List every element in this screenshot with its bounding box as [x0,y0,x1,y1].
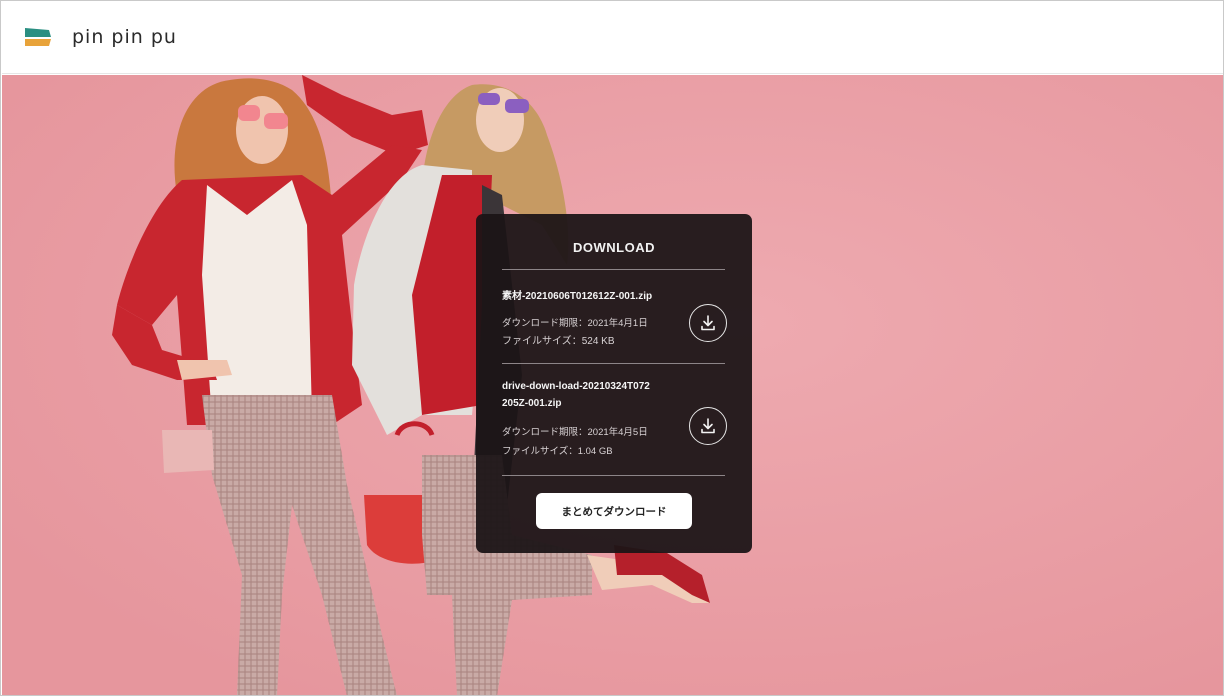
expiry-label: ダウンロード期限： [502,318,588,329]
divider [502,269,725,270]
brand-name[interactable]: pin pin pu [72,26,177,48]
file-name: 素材-20210606T012612Z-001.zip [502,291,653,302]
expiry-value: 2021年4月5日 [587,427,648,438]
brand-logo-icon[interactable] [23,26,53,48]
download-icon [701,315,715,331]
expiry-value: 2021年4月1日 [587,318,648,329]
size-value: 524 KB [581,336,615,347]
size-label: ファイルサイズ： [502,336,582,347]
download-file-button[interactable] [689,407,727,445]
file-size: ファイルサイズ：524 KB [502,333,615,350]
divider [502,363,725,364]
file-expiry: ダウンロード期限：2021年4月1日 [502,315,648,332]
download-all-button[interactable]: まとめてダウンロード [536,493,692,529]
download-file-button[interactable] [689,304,727,342]
panel-title: DOWNLOAD [573,240,655,255]
download-icon [701,418,715,434]
hero-image: DOWNLOAD 素材-20210606T012612Z-001.zip ダウン… [2,75,1223,695]
divider [502,475,725,476]
browser-frame: pin pin pu DOWNLOAD 素材-20210606T012612Z-… [0,0,1224,696]
file-name: drive-down-load-20210324T072205Z-001.zip [502,381,650,409]
file-size: ファイルサイズ：1.04 GB [502,443,613,460]
file-expiry: ダウンロード期限：2021年4月5日 [502,424,648,441]
download-panel: DOWNLOAD 素材-20210606T012612Z-001.zip ダウン… [476,214,752,553]
size-value: 1.04 GB [577,446,613,457]
expiry-label: ダウンロード期限： [502,427,588,438]
size-label: ファイルサイズ： [502,446,578,457]
site-header: pin pin pu [2,2,1223,74]
